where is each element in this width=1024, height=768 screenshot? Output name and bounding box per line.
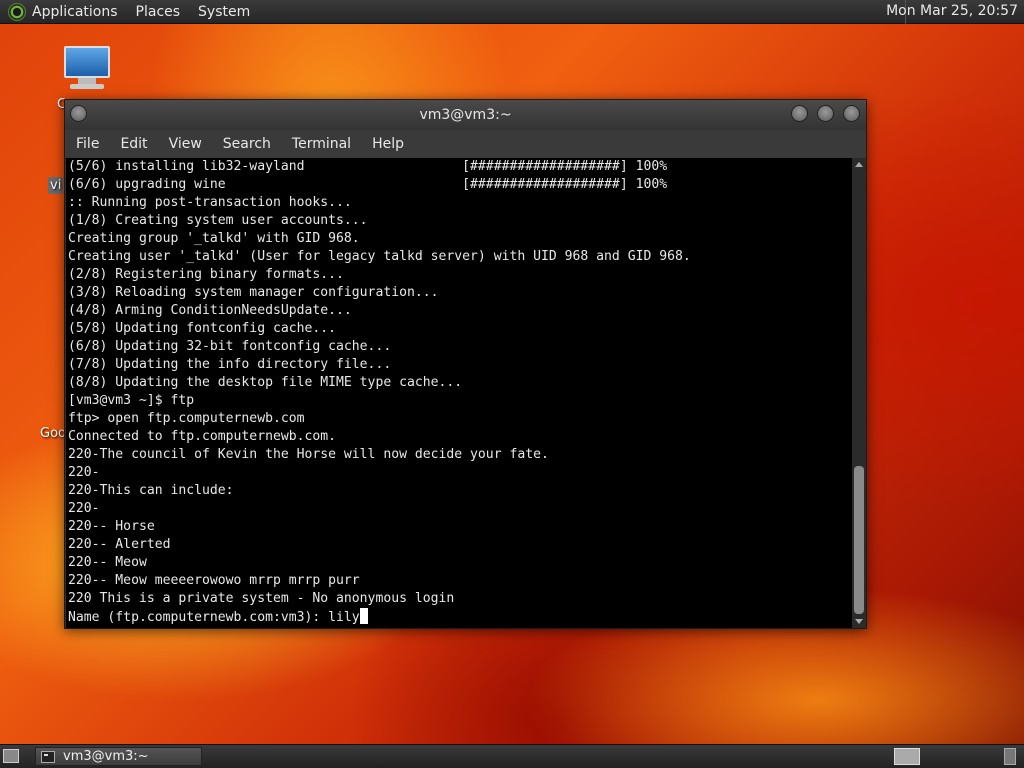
menu-search[interactable]: Search (223, 136, 271, 152)
terminal-icon (41, 750, 55, 763)
menu-edit[interactable]: Edit (120, 136, 147, 152)
terminal-line: (4/8) Arming ConditionNeedsUpdate... (68, 303, 352, 318)
minimize-button[interactable] (791, 105, 808, 122)
terminal-line: 220-This can include: (68, 483, 234, 498)
scroll-down-icon[interactable] (855, 619, 863, 624)
menu-view[interactable]: View (169, 136, 202, 152)
window-titlebar[interactable]: vm3@vm3:~ (65, 100, 866, 130)
trash-icon[interactable] (1004, 748, 1016, 765)
maximize-button[interactable] (817, 105, 834, 122)
terminal-line: (2/8) Registering binary formats... (68, 267, 344, 282)
terminal-line: 220- (68, 501, 100, 516)
terminal-line: 220-The council of Kevin the Horse will … (68, 447, 549, 462)
ftp-name-prompt: Name (ftp.computernewb.com:vm3): (68, 610, 329, 625)
terminal-line: ftp> open ftp.computernewb.com (68, 411, 305, 426)
clock[interactable]: Mon Mar 25, 20:57 (886, 3, 1018, 19)
scroll-up-icon[interactable] (855, 162, 863, 167)
window-title: vm3@vm3:~ (419, 107, 512, 123)
terminal-line: [vm3@vm3 ~]$ ftp (68, 393, 195, 408)
terminal-line: (8/8) Updating the desktop file MIME typ… (68, 375, 463, 390)
applications-menu[interactable]: Applications (32, 4, 118, 20)
bottom-panel: vm3@vm3:~ (0, 744, 1024, 768)
terminal-line: (6/8) Updating 32-bit fontconfig cache..… (68, 339, 392, 354)
terminal-line: Creating group '_talkd' with GID 968. (68, 231, 360, 246)
terminal-line: (3/8) Reloading system manager configura… (68, 285, 439, 300)
terminal-line: Creating user '_talkd' (User for legacy … (68, 249, 691, 264)
monitor-screen-icon (64, 46, 110, 78)
terminal-line: 220-- Meow meeeerowowo mrrp mrrp purr (68, 573, 360, 588)
scroll-thumb[interactable] (854, 466, 864, 614)
terminal-line: 220 This is a private system - No anonym… (68, 591, 455, 606)
terminal-scrollbar[interactable] (852, 158, 866, 628)
workspace-switcher[interactable] (894, 748, 920, 765)
close-button[interactable] (843, 105, 860, 122)
terminal-output[interactable]: (5/6) installing lib32-wayland [########… (66, 158, 852, 628)
terminal-input[interactable]: lily (328, 610, 360, 625)
terminal-line: (6/6) upgrading wine [##################… (68, 177, 668, 192)
terminal-line: (5/6) installing lib32-wayland [########… (68, 159, 668, 174)
system-menu[interactable]: System (198, 4, 250, 20)
taskbar-terminal-button[interactable]: vm3@vm3:~ (35, 747, 202, 766)
top-panel: Applications Places System Mon Mar 25, 2… (0, 0, 1024, 24)
terminal-line: 220-- Meow (68, 555, 147, 570)
google-icon-label: Goo (40, 426, 66, 441)
computer-desktop-icon[interactable] (62, 46, 112, 94)
gnome-foot-icon[interactable] (8, 2, 26, 21)
terminal-prompt-line[interactable]: Name (ftp.computernewb.com:vm3): lily (66, 608, 852, 626)
terminal-menubar: File Edit View Search Terminal Help (65, 130, 866, 158)
terminal-line: (5/8) Updating fontconfig cache... (68, 321, 337, 336)
desktop-icon-label[interactable]: vi (48, 177, 64, 194)
terminal-line: (1/8) Creating system user accounts... (68, 213, 368, 228)
terminal-line: 220- (68, 465, 100, 480)
show-desktop-icon[interactable] (3, 749, 19, 763)
terminal-line: (7/8) Updating the info directory file..… (68, 357, 392, 372)
menu-help[interactable]: Help (372, 136, 404, 152)
menu-terminal[interactable]: Terminal (292, 136, 351, 152)
menu-file[interactable]: File (76, 136, 99, 152)
places-menu[interactable]: Places (136, 4, 181, 20)
terminal-window: vm3@vm3:~ File Edit View Search Terminal… (64, 99, 867, 629)
taskbar-label: vm3@vm3:~ (63, 749, 149, 764)
terminal-line: 220-- Alerted (68, 537, 171, 552)
text-cursor (359, 608, 368, 624)
terminal-line: 220-- Horse (68, 519, 155, 534)
terminal-line: :: Running post-transaction hooks... (68, 195, 352, 210)
terminal-line: Connected to ftp.computernewb.com. (68, 429, 337, 444)
